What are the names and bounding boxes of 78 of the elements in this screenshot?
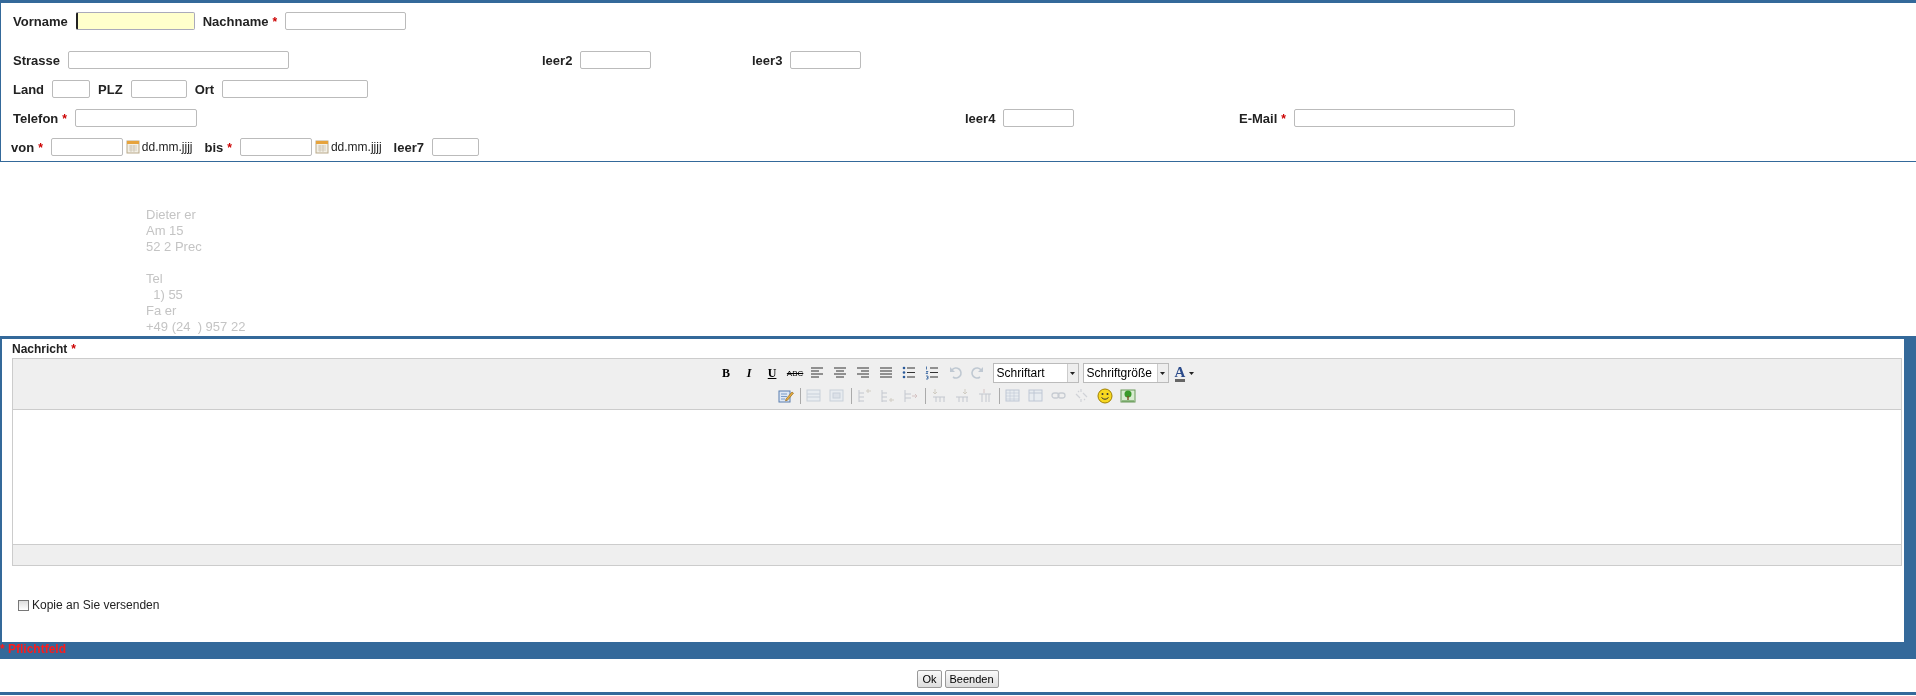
field-label: Land	[13, 81, 45, 97]
bold-button[interactable]: B	[716, 363, 736, 383]
field-label: Strasse	[13, 52, 60, 68]
smiley-icon	[1097, 388, 1113, 404]
date-format-hint: dd.mm.jjjj	[141, 140, 193, 154]
input-field[interactable]	[1293, 109, 1515, 127]
table-row-icon	[806, 388, 822, 404]
faded-text: Dieter er	[146, 207, 197, 223]
field-label: E-Mail *	[1239, 110, 1286, 126]
italic-button[interactable]: I	[739, 363, 759, 383]
strikethrough-button[interactable]: ABC	[785, 363, 805, 383]
field-label: leer7	[393, 139, 424, 155]
field-label: bis *	[204, 139, 232, 155]
field-label: Telefon *	[13, 110, 67, 126]
field-label: von *	[11, 139, 43, 155]
date-field[interactable]	[50, 138, 123, 156]
font-dropdown[interactable]: Schriftgröße	[1082, 363, 1169, 383]
input-field[interactable]	[222, 80, 369, 98]
font-dropdown[interactable]: Schriftart	[992, 363, 1079, 383]
insert-column-icon	[857, 388, 873, 404]
delete-column-icon	[903, 388, 919, 404]
input-field[interactable]	[75, 12, 195, 30]
checkbox-label: Kopie an Sie versenden	[32, 598, 160, 612]
input-field[interactable]	[1003, 109, 1075, 127]
smiley-button[interactable]	[1095, 386, 1115, 406]
input-field[interactable]	[68, 51, 289, 69]
input-field[interactable]	[52, 80, 91, 98]
image-button[interactable]	[1118, 386, 1138, 406]
faded-text: Fa er	[146, 303, 178, 319]
faded-text: 1) 55	[152, 287, 184, 303]
caret-icon	[1159, 370, 1167, 376]
undo-icon	[948, 365, 965, 381]
insert-row-icon	[954, 388, 970, 404]
underline-button[interactable]: U	[762, 363, 782, 383]
font-color-button[interactable]: A	[1172, 363, 1198, 383]
input-field[interactable]	[74, 109, 197, 127]
table-icon	[1005, 388, 1021, 404]
field-label: Nachname *	[202, 13, 278, 29]
input-field[interactable]	[790, 51, 862, 69]
date-format-hint: dd.mm.jjjj	[330, 140, 382, 154]
quit-button[interactable]: Beenden	[944, 670, 999, 688]
field-label: PLZ	[98, 81, 123, 97]
required-mark: *	[272, 14, 278, 29]
table-properties-icon	[1028, 388, 1044, 404]
field-label: Ort	[194, 81, 215, 97]
table-cell-icon	[829, 388, 845, 404]
field-label: Vorname	[13, 13, 68, 29]
input-field[interactable]	[580, 51, 652, 69]
calendar-icon[interactable]	[125, 140, 140, 154]
calendar-icon[interactable]	[314, 140, 329, 154]
date-field[interactable]	[239, 138, 312, 156]
required-mark: *	[227, 140, 232, 155]
input-field[interactable]	[130, 80, 187, 98]
delete-row-icon	[977, 388, 993, 404]
field-label: leer3	[752, 52, 783, 68]
faded-text: +49 (24 ) 957 22	[146, 319, 247, 335]
field-label: leer2	[542, 52, 573, 68]
caret-icon	[1188, 370, 1196, 376]
input-field[interactable]	[285, 12, 407, 30]
checkbox[interactable]	[18, 599, 29, 611]
image-icon	[1120, 388, 1136, 404]
faded-text: Tel	[146, 271, 164, 287]
input-field[interactable]	[432, 138, 479, 156]
required-mark: *	[71, 342, 77, 356]
rich-text-editor[interactable]: B I U ABC Schriftart Schriftgröße A	[12, 358, 1902, 566]
ok-button[interactable]: Ok	[917, 670, 942, 688]
insert-column-icon	[880, 388, 896, 404]
field-label: leer4	[965, 110, 996, 126]
field-label: Nachricht *	[12, 342, 77, 356]
faded-text: Am 15	[146, 223, 185, 239]
required-mark: *	[1281, 111, 1286, 126]
edit-icon	[778, 388, 794, 404]
caret-icon	[1069, 370, 1077, 376]
faded-text: 52 2 Prec	[146, 239, 203, 255]
required-mark: *	[38, 140, 43, 155]
required-mark: *	[62, 111, 67, 126]
required-legend: * Pflichtfeld	[0, 642, 66, 657]
insert-row-icon	[931, 388, 947, 404]
